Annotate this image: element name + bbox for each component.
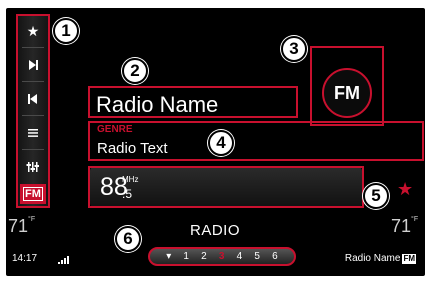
rail-divider — [22, 149, 44, 150]
rail-divider — [22, 81, 44, 82]
browse-list-icon — [28, 129, 38, 137]
callout-1: 1 — [53, 18, 79, 44]
radio-name: Radio Name — [96, 92, 219, 117]
seek-forward-icon — [29, 60, 38, 70]
preset-button[interactable]: 2 — [201, 251, 207, 262]
rail-divider — [22, 47, 44, 48]
left-control-rail: ★ FM — [16, 14, 50, 208]
callout-5: 5 — [363, 183, 389, 209]
frequency-decimal: .5 — [122, 187, 133, 201]
preset-button[interactable]: 6 — [272, 251, 278, 262]
band-indicator-button[interactable]: FM — [322, 68, 372, 118]
now-playing-band-badge: FM — [402, 254, 416, 264]
rail-divider — [22, 115, 44, 116]
seek-forward-button[interactable] — [20, 52, 46, 78]
band-indicator-label: FM — [334, 82, 360, 103]
signal-strength-icon — [58, 256, 70, 264]
callout-6: 6 — [115, 226, 141, 252]
now-playing-name: Radio Name — [344, 253, 401, 264]
source-title: RADIO — [189, 222, 240, 239]
preset-button[interactable]: 4 — [237, 251, 243, 262]
clock: 14:17 — [12, 253, 38, 264]
radio-text: Radio Text — [97, 140, 168, 157]
fm-band-label: FM — [23, 187, 43, 201]
favorite-star-icon[interactable]: ★ — [397, 179, 413, 200]
preset-button[interactable]: 1 — [183, 251, 189, 262]
callout-2: 2 — [122, 58, 148, 84]
now-playing-status: Radio Name FM — [345, 253, 416, 264]
genre-label: GENRE — [97, 124, 133, 135]
preset-button[interactable]: 5 — [254, 251, 260, 262]
fm-band-button[interactable]: FM — [20, 184, 46, 204]
seek-back-icon — [28, 94, 37, 104]
radio-screen-figure: ★ FM Radio Name FM GENRE Radio Text 88 M… — [0, 0, 430, 281]
preset-expand-icon[interactable]: ▾ — [166, 251, 171, 262]
callout-4: 4 — [208, 130, 234, 156]
seek-back-button[interactable] — [20, 86, 46, 112]
favorite-star-button[interactable]: ★ — [20, 18, 46, 44]
audio-settings-button[interactable] — [20, 154, 46, 180]
preset-bar[interactable]: ▾ 1 2 3 4 5 6 — [148, 247, 296, 266]
audio-settings-icon — [26, 162, 39, 172]
browse-button[interactable] — [20, 120, 46, 146]
star-icon: ★ — [26, 22, 40, 39]
callout-3: 3 — [281, 36, 307, 62]
preset-button-active[interactable]: 3 — [219, 251, 225, 262]
frequency-unit: MHz — [122, 175, 139, 184]
